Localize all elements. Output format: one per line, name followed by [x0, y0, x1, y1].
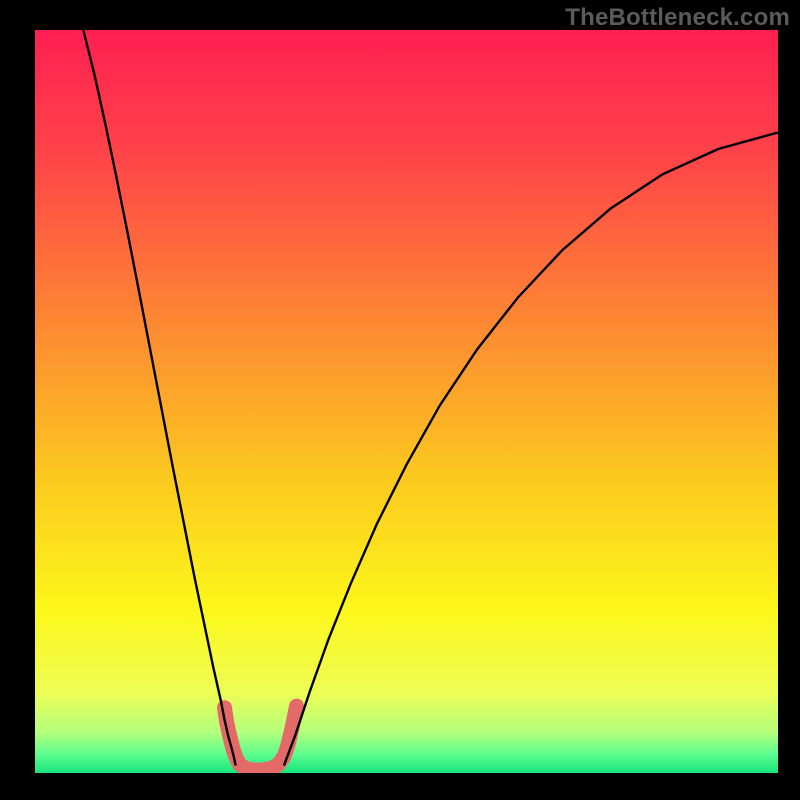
bottleneck-chart	[35, 30, 778, 773]
watermark-text: TheBottleneck.com	[565, 4, 790, 32]
gradient-bg	[35, 30, 778, 773]
frame: TheBottleneck.com	[0, 0, 800, 800]
